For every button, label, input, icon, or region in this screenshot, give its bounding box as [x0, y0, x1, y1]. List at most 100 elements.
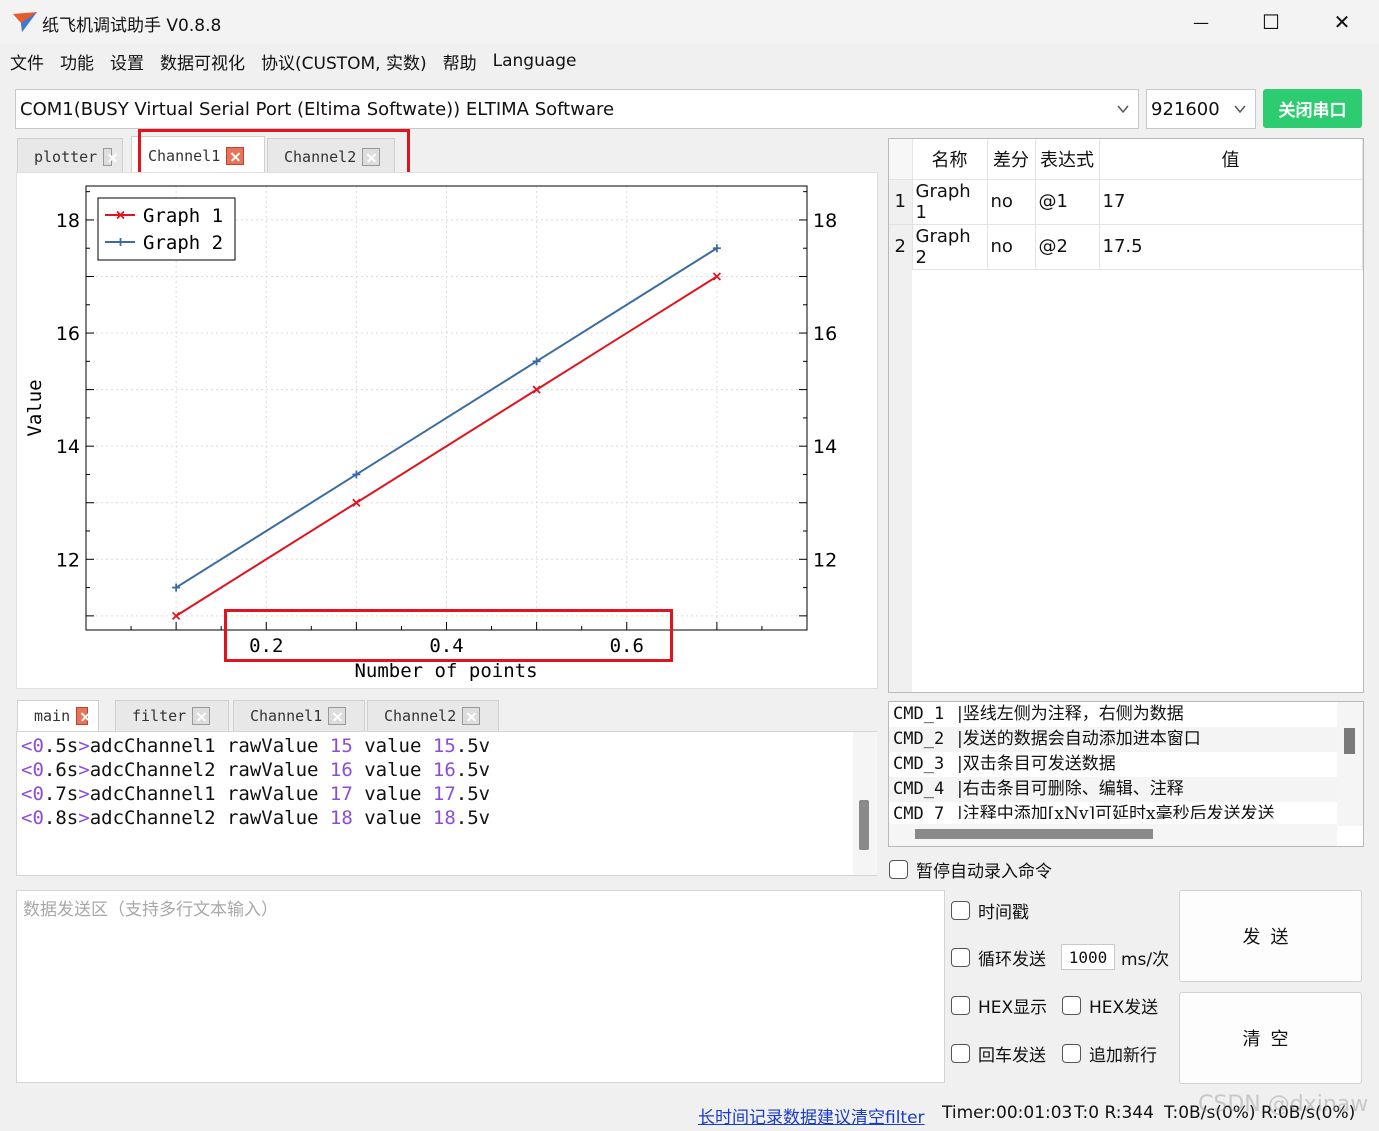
close-tab-icon[interactable] — [462, 707, 481, 725]
timer-text: Timer:00:01:03 — [942, 1103, 1073, 1123]
cell-expr[interactable]: @2 — [1035, 224, 1100, 270]
cell-diff[interactable]: no — [987, 179, 1036, 225]
checkbox-box[interactable] — [1062, 996, 1081, 1015]
checkbox-box[interactable] — [951, 948, 970, 967]
checkbox-box[interactable] — [889, 860, 908, 879]
y-tick-label-right: 12 — [813, 549, 837, 571]
timestamp-checkbox[interactable]: 时间戳 — [951, 898, 1029, 923]
loop-send-label: 循环发送 — [978, 950, 1046, 970]
menu-language[interactable]: Language — [493, 51, 577, 71]
chart-legend: Graph 1 Graph 2 — [97, 197, 236, 261]
log-panel[interactable]: <0.5s>adcChannel1 rawValue 15 value 15.5… — [16, 731, 877, 876]
highlight-box-xticks — [224, 609, 673, 662]
log-scrollbar[interactable] — [853, 732, 877, 875]
window-title: 纸飞机调试助手 V0.8.8 — [42, 16, 222, 36]
col-header-value[interactable]: 值 — [1099, 139, 1363, 180]
table-row[interactable]: 1 Graph 1 no @1 17 — [889, 179, 1363, 225]
log-line: <0.8s>adcChannel2 rawValue 18 value 18.5… — [21, 807, 491, 829]
menu-visualization[interactable]: 数据可视化 — [160, 49, 245, 74]
send-textarea[interactable]: 数据发送区（支持多行文本输入） — [16, 890, 945, 1083]
tab-label: filter — [132, 707, 187, 725]
checkbox-box[interactable] — [1062, 1044, 1081, 1063]
menu-protocol[interactable]: 协议(CUSTOM, 实数) — [261, 49, 427, 74]
log-line: <0.5s>adcChannel1 rawValue 15 value 15.5… — [21, 735, 491, 757]
menu-file[interactable]: 文件 — [10, 49, 44, 74]
menu-function[interactable]: 功能 — [60, 49, 94, 74]
menu-bar: 文件 功能 设置 数据可视化 协议(CUSTOM, 实数) 帮助 Languag… — [0, 44, 1379, 78]
tab-plotter[interactable]: plotter — [17, 138, 123, 174]
tab-filter[interactable]: filter — [115, 700, 229, 731]
loop-interval-input[interactable]: 1000 — [1061, 944, 1115, 970]
tab-label: Channel1 — [250, 707, 323, 725]
y-tick-label-right: 18 — [813, 210, 837, 232]
log-scrollbar-thumb[interactable] — [859, 800, 869, 850]
enter-send-label: 回车发送 — [978, 1046, 1046, 1066]
y-tick-label: 18 — [56, 210, 80, 232]
close-icon: ✕ — [1333, 10, 1351, 34]
clear-button[interactable]: 清空 — [1179, 992, 1362, 1084]
col-header-diff[interactable]: 差分 — [987, 139, 1036, 180]
col-header-expr[interactable]: 表达式 — [1035, 139, 1100, 180]
hex-show-checkbox[interactable]: HEX显示 — [951, 993, 1047, 1018]
close-port-button[interactable]: 关闭串口 — [1263, 89, 1362, 128]
cell-diff[interactable]: no — [987, 224, 1036, 270]
command-list[interactable]: CMD_1 |竖线左侧为注释，右侧为数据 CMD_2 |发送的数据会自动添加进本窗口… — [888, 701, 1364, 847]
paper-plane-icon — [13, 12, 37, 32]
checkbox-box[interactable] — [951, 1044, 970, 1063]
send-button[interactable]: 发送 — [1179, 890, 1362, 982]
checkbox-box[interactable] — [951, 996, 970, 1015]
close-tab-icon[interactable] — [328, 707, 347, 725]
pause-auto-record-label: 暂停自动录入命令 — [916, 862, 1052, 882]
pause-auto-record-checkbox[interactable]: 暂停自动录入命令 — [889, 857, 1052, 882]
table-row[interactable]: 2 Graph 2 no @2 17.5 — [889, 224, 1363, 270]
cmd-vscrollbar-thumb[interactable] — [1344, 728, 1355, 754]
list-item[interactable]: CMD_2 |发送的数据会自动添加进本窗口 — [889, 727, 1363, 752]
tab-log-channel1[interactable]: Channel1 — [233, 700, 365, 731]
list-item[interactable]: CMD_1 |竖线左侧为注释，右侧为数据 — [889, 702, 1363, 727]
tab-label: plotter — [34, 147, 98, 166]
hex-send-label: HEX发送 — [1089, 998, 1159, 1018]
cmd-hscrollbar-thumb[interactable] — [915, 829, 1153, 839]
row-number: 1 — [889, 179, 913, 225]
hex-show-label: HEX显示 — [978, 998, 1048, 1018]
cmd-vscrollbar[interactable] — [1337, 702, 1363, 826]
col-header-name[interactable]: 名称 — [912, 139, 988, 180]
y-tick-label: 12 — [56, 549, 80, 571]
maximize-button[interactable]: ☐ — [1236, 0, 1306, 44]
row-header-strip — [889, 267, 912, 692]
enter-send-checkbox[interactable]: 回车发送 — [951, 1041, 1046, 1066]
close-window-button[interactable]: ✕ — [1307, 0, 1377, 44]
y-tick-label: 16 — [56, 323, 80, 345]
menu-help[interactable]: 帮助 — [443, 49, 477, 74]
tab-log-channel2[interactable]: Channel2 — [367, 700, 499, 731]
y-tick-label: 14 — [56, 436, 80, 458]
hex-send-checkbox[interactable]: HEX发送 — [1062, 993, 1158, 1018]
checkbox-box[interactable] — [951, 901, 970, 920]
port-select[interactable]: COM1(BUSY Virtual Serial Port (Eltima So… — [15, 89, 1139, 129]
row-number: 2 — [889, 224, 913, 270]
cmd-hscrollbar[interactable] — [889, 824, 1337, 846]
tab-main[interactable]: main — [17, 700, 99, 731]
menu-settings[interactable]: 设置 — [110, 49, 144, 74]
append-newline-checkbox[interactable]: 追加新行 — [1062, 1041, 1157, 1066]
cell-name[interactable]: Graph 2 — [912, 224, 988, 270]
corner-cell — [889, 139, 913, 180]
list-item[interactable]: CMD_4 |右击条目可删除、编辑、注释 — [889, 777, 1363, 802]
list-item[interactable]: CMD_7 |注释中添加[xNy]可延时x毫秒后发送发送 — [889, 802, 1363, 819]
watermark: CSDN @dxinaw — [1198, 1092, 1369, 1117]
baud-select[interactable]: 921600 — [1146, 89, 1256, 129]
filter-hint-link[interactable]: 长时间记录数据建议清空filter — [698, 1103, 925, 1128]
minimize-button[interactable]: — — [1166, 0, 1236, 44]
loop-send-checkbox[interactable]: 循环发送 — [951, 945, 1046, 970]
close-tab-icon[interactable] — [76, 707, 88, 725]
chevron-down-icon — [1234, 105, 1246, 114]
variable-table-panel: 名称 差分 表达式 值 1 Graph 1 no @1 17 2 Graph 2… — [888, 138, 1364, 693]
variable-table: 名称 差分 表达式 值 1 Graph 1 no @1 17 2 Graph 2… — [889, 139, 1363, 270]
cell-name[interactable]: Graph 1 — [912, 179, 988, 225]
tab-label: Channel2 — [384, 707, 457, 725]
list-item[interactable]: CMD_3 |双击条目可发送数据 — [889, 752, 1363, 777]
cell-expr[interactable]: @1 — [1035, 179, 1100, 225]
close-tab-icon[interactable] — [192, 707, 211, 725]
close-tab-icon[interactable] — [103, 147, 112, 166]
port-select-value: COM1(BUSY Virtual Serial Port (Eltima So… — [20, 98, 615, 120]
